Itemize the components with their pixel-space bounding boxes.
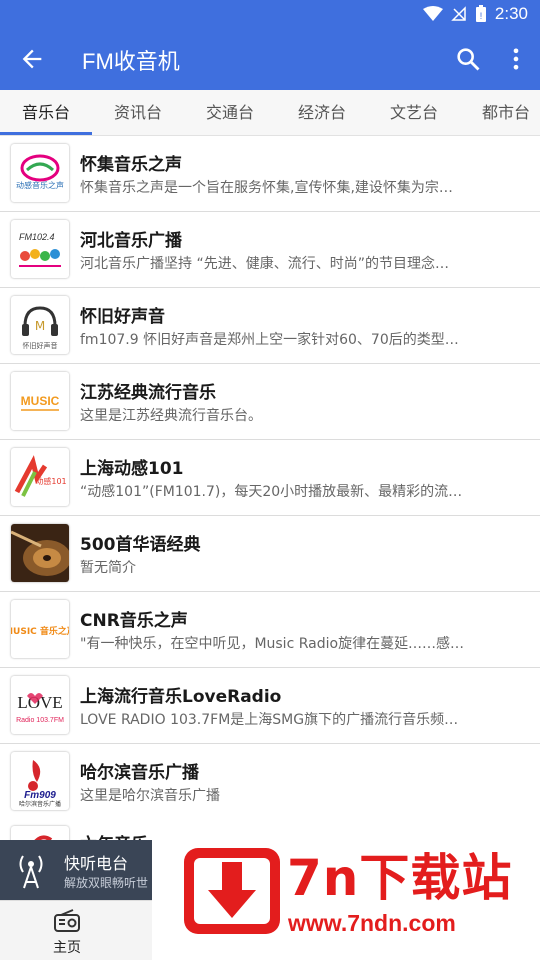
station-row[interactable]: LOVE Radio 103.7FM 上海流行音乐LoveRadio LOVE … — [0, 668, 540, 744]
station-row[interactable]: M 怀旧好声音 怀旧好声音 fm107.9 怀旧好声音是郑州上空一家针对60、7… — [0, 288, 540, 364]
back-arrow-icon[interactable] — [18, 45, 46, 73]
search-icon[interactable] — [454, 45, 482, 73]
tab-arts[interactable]: 文艺台 — [368, 90, 460, 136]
wifi-icon — [422, 6, 443, 21]
station-row[interactable]: 动感101 上海动感101 “动感101”(FM101.7)，每天20小时播放最… — [0, 440, 540, 516]
station-name: 上海动感101 — [80, 459, 184, 479]
station-name: 哈尔滨音乐广播 — [80, 763, 199, 783]
svg-text:怀旧好声音: 怀旧好声音 — [23, 341, 58, 350]
watermark-url: www.7ndn.com — [288, 910, 456, 936]
station-desc: 河北音乐广播坚持 “先进、健康、流行、时尚”的节目理念… — [80, 256, 449, 272]
station-row[interactable]: FM102.4 河北音乐广播 河北音乐广播坚持 “先进、健康、流行、时尚”的节目… — [0, 212, 540, 288]
bottom-nav: 主页 — [0, 900, 152, 960]
player-subtitle: 解放双眼畅听世 — [64, 876, 149, 890]
station-logo: 动感音乐之声 — [11, 144, 69, 202]
watermark-brand: 7n下载站 — [287, 849, 513, 907]
station-desc: 暂无简介 — [80, 560, 136, 576]
station-logo: LOVE Radio 103.7FM — [11, 676, 69, 734]
station-logo: 动感101 — [11, 448, 69, 506]
station-desc: 怀集音乐之声是一个旨在服务怀集,宣传怀集,建设怀集为宗… — [80, 180, 453, 196]
svg-text:MUSIC: MUSIC — [21, 394, 60, 408]
station-desc: 这里是江苏经典流行音乐台。 — [80, 408, 262, 424]
station-desc: 这里是哈尔滨音乐广播 — [80, 788, 220, 804]
status-time: 2:30 — [494, 4, 528, 23]
svg-text:FM102.4: FM102.4 — [19, 232, 55, 242]
watermark-banner: 7n下载站 www.7ndn.com — [152, 818, 540, 960]
station-name: 上海流行音乐LoveRadio — [80, 687, 282, 707]
battery-icon: ! — [475, 5, 486, 22]
status-icons: ! 2:30 — [422, 4, 528, 24]
tab-economy[interactable]: 经济台 — [276, 90, 368, 136]
tab-music[interactable]: 音乐台 — [0, 90, 92, 136]
station-name: 怀旧好声音 — [80, 307, 165, 327]
station-row[interactable]: 动感音乐之声 怀集音乐之声 怀集音乐之声是一个旨在服务怀集,宣传怀集,建设怀集为… — [0, 136, 540, 212]
tab-traffic[interactable]: 交通台 — [184, 90, 276, 136]
station-desc: LOVE RADIO 103.7FM是上海SMG旗下的广播流行音乐频… — [80, 712, 459, 728]
tab-city[interactable]: 都市台 — [460, 90, 540, 136]
station-name: 江苏经典流行音乐 — [80, 383, 216, 403]
player-station-name: 快听电台 — [64, 854, 129, 873]
station-list: 动感音乐之声 怀集音乐之声 怀集音乐之声是一个旨在服务怀集,宣传怀集,建设怀集为… — [0, 136, 540, 820]
mini-player[interactable]: 快听电台 解放双眼畅听世 — [0, 840, 152, 900]
station-row[interactable]: 500首华语经典 暂无简介 — [0, 516, 540, 592]
svg-text:M: M — [35, 319, 45, 333]
station-logo: FM102.4 — [11, 220, 69, 278]
station-name: 怀集音乐之声 — [80, 155, 182, 175]
svg-text:动感音乐之声: 动感音乐之声 — [16, 180, 64, 190]
svg-text:MUSIC 音乐之声: MUSIC 音乐之声 — [11, 625, 69, 637]
station-name: CNR音乐之声 — [80, 611, 188, 631]
station-row[interactable]: MUSIC 音乐之声 CNR音乐之声 "有一种快乐，在空中听见，Music Ra… — [0, 592, 540, 668]
no-signal-icon — [451, 6, 466, 21]
station-logo: Fm909 哈尔滨音乐广播 — [11, 752, 69, 810]
svg-text:哈尔滨音乐广播: 哈尔滨音乐广播 — [19, 800, 61, 808]
tab-news[interactable]: 资讯台 — [92, 90, 184, 136]
radio-home-icon[interactable] — [52, 909, 82, 933]
app-bar: FM收音机 — [0, 28, 540, 90]
station-name: 500首华语经典 — [80, 535, 201, 555]
nav-home-label[interactable]: 主页 — [0, 937, 134, 957]
svg-text:Radio 103.7FM: Radio 103.7FM — [16, 717, 64, 724]
svg-text:动感101: 动感101 — [35, 476, 66, 486]
station-desc: fm107.9 怀旧好声音是郑州上空一家针对60、70后的类型… — [80, 332, 459, 348]
station-desc: “动感101”(FM101.7)，每天20小时播放最新、最精彩的流… — [80, 484, 463, 500]
station-logo: MUSIC 音乐之声 — [11, 600, 69, 658]
radio-antenna-icon — [19, 855, 43, 889]
station-logo — [11, 524, 69, 582]
svg-text:Fm909: Fm909 — [24, 790, 56, 801]
tab-indicator — [0, 132, 92, 135]
station-row[interactable]: MUSIC 江苏经典流行音乐 这里是江苏经典流行音乐台。 — [0, 364, 540, 440]
station-row[interactable]: Fm909 哈尔滨音乐广播 哈尔滨音乐广播 这里是哈尔滨音乐广播 — [0, 744, 540, 820]
station-logo: M 怀旧好声音 — [11, 296, 69, 354]
station-logo: MUSIC — [11, 372, 69, 430]
station-name: 河北音乐广播 — [80, 231, 182, 251]
more-vert-icon[interactable] — [502, 45, 530, 73]
download-logo-icon — [184, 848, 280, 934]
station-desc: "有一种快乐，在空中听见，Music Radio旋律在蔓延……感… — [80, 636, 465, 652]
status-bar: ! 2:30 — [0, 0, 540, 28]
category-tabs: 音乐台 资讯台 交通台 经济台 文艺台 都市台 — [0, 90, 540, 136]
svg-text:!: ! — [480, 11, 483, 21]
page-title: FM收音机 — [82, 49, 180, 74]
